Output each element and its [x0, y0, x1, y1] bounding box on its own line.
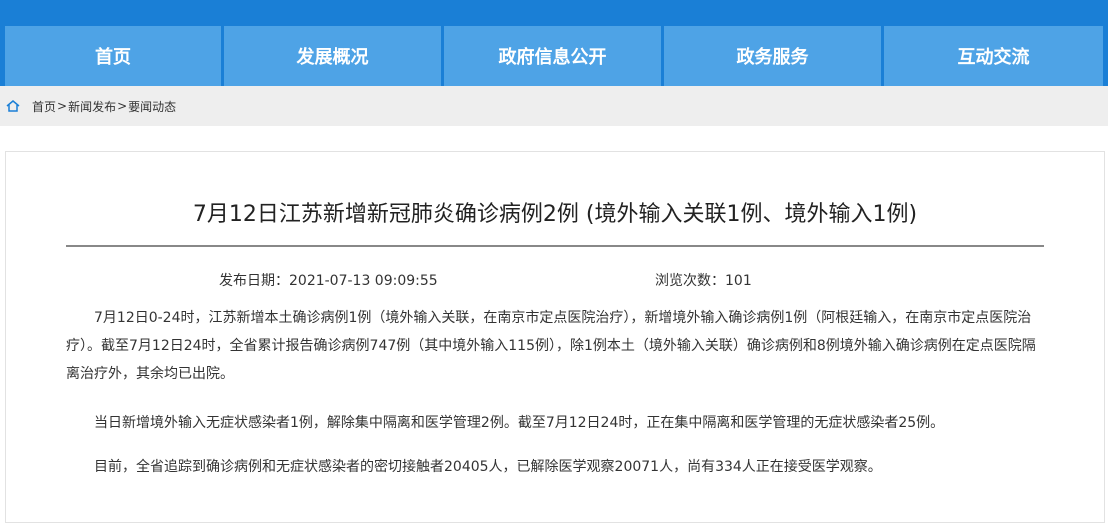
- breadcrumb-headlines[interactable]: 要闻动态: [128, 98, 176, 115]
- publish-date-label: 发布日期：: [219, 273, 289, 289]
- view-count: 101: [725, 273, 752, 289]
- main-nav: 首页 发展概况 政府信息公开 政务服务 互动交流: [0, 26, 1108, 86]
- breadcrumb: 首页 > 新闻发布 > 要闻动态: [0, 86, 1108, 126]
- nav-item-home[interactable]: 首页: [5, 26, 221, 86]
- breadcrumb-home[interactable]: 首页: [32, 98, 56, 115]
- article-paragraph: 目前，全省追踪到确诊病例和无症状感染者的密切接触者20405人，已解除医学观察2…: [94, 459, 882, 475]
- article-title: 7月12日江苏新增新冠肺炎确诊病例2例 (境外输入关联1例、境外输入1例): [192, 202, 918, 227]
- nav-item-interaction[interactable]: 互动交流: [884, 26, 1103, 86]
- view-count-label: 浏览次数：: [655, 273, 725, 289]
- breadcrumb-separator: >: [117, 99, 128, 113]
- nav-item-services[interactable]: 政务服务: [664, 26, 881, 86]
- top-banner: [0, 0, 1108, 26]
- view-count-info: 浏览次数：101: [655, 270, 752, 290]
- title-divider: [66, 245, 1044, 247]
- publish-info: 发布日期：2021-07-13 09:09:55: [219, 270, 438, 290]
- publish-date: 2021-07-13 09:09:55: [289, 273, 438, 289]
- breadcrumb-news[interactable]: 新闻发布: [68, 98, 116, 115]
- article-panel: 7月12日江苏新增新冠肺炎确诊病例2例 (境外输入关联1例、境外输入1例) 发布…: [5, 151, 1105, 523]
- article-paragraph: 7月12日0-24时，江苏新增本土确诊病例1例（境外输入关联，在南京市定点医院治…: [66, 310, 1036, 382]
- nav-item-development[interactable]: 发展概况: [224, 26, 441, 86]
- breadcrumb-separator: >: [57, 99, 68, 113]
- home-icon[interactable]: [6, 100, 20, 112]
- nav-item-gov-info[interactable]: 政府信息公开: [444, 26, 661, 86]
- article-paragraph: 当日新增境外输入无症状感染者1例，解除集中隔离和医学管理2例。截至7月12日24…: [94, 415, 945, 431]
